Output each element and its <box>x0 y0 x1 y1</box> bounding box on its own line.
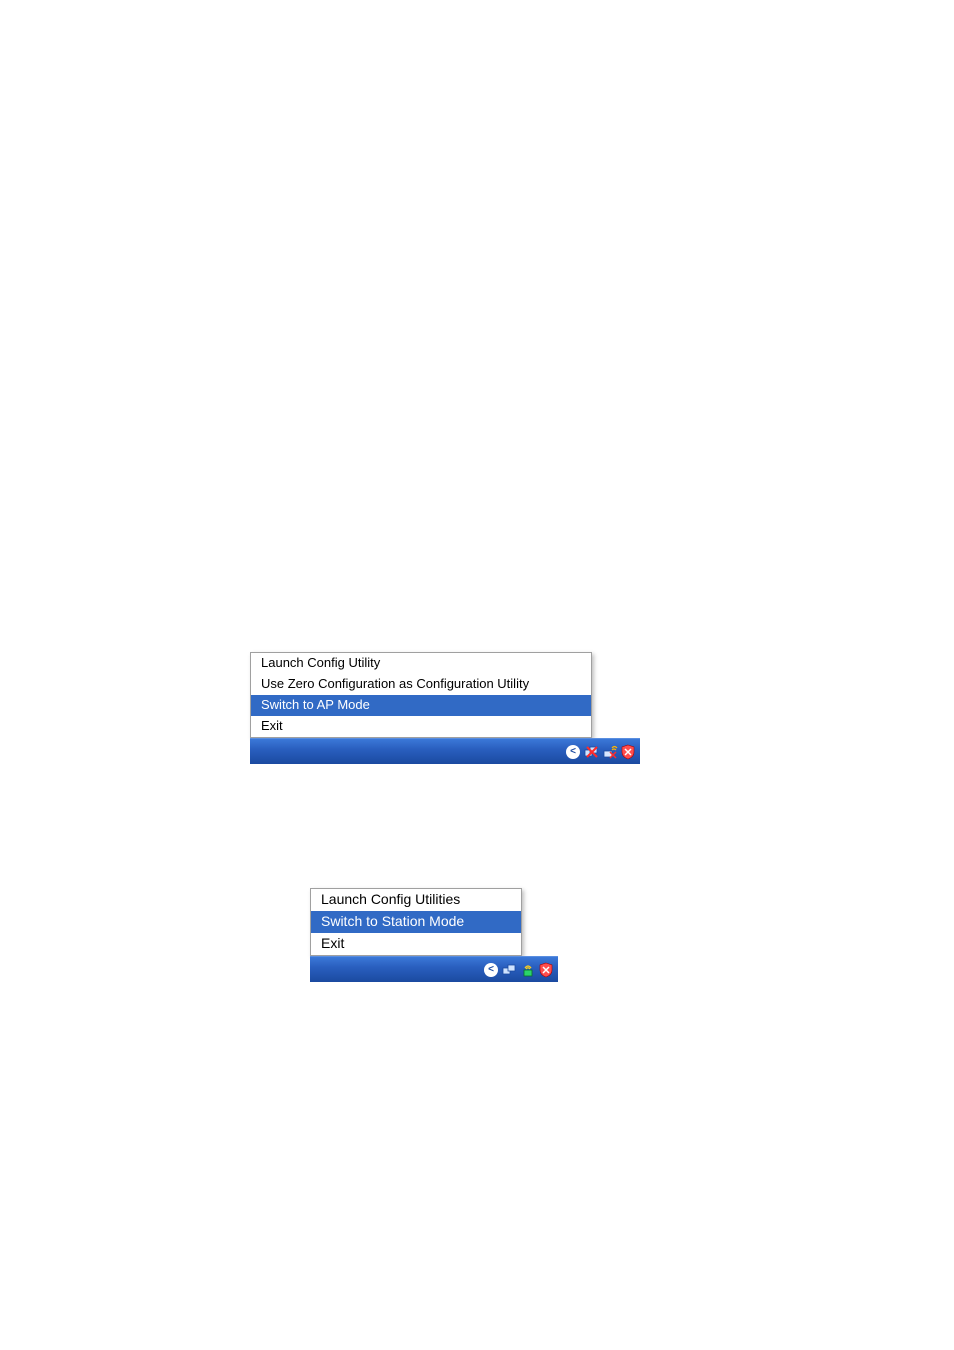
context-menu: Launch Config Utilities Switch to Statio… <box>310 888 522 956</box>
menu-item-launch-config-utility[interactable]: Launch Config Utility <box>251 653 591 674</box>
wireless-icon[interactable] <box>602 744 618 760</box>
tray-popup-1: Launch Config Utility Use Zero Configura… <box>250 652 640 764</box>
shield-icon[interactable] <box>620 744 636 760</box>
tray-popup-2: Launch Config Utilities Switch to Statio… <box>310 888 558 982</box>
menu-item-switch-to-station-mode[interactable]: Switch to Station Mode <box>311 911 521 933</box>
menu-item-launch-config-utilities[interactable]: Launch Config Utilities <box>311 889 521 911</box>
taskbar: < <box>250 738 640 764</box>
menu-item-exit[interactable]: Exit <box>311 933 521 955</box>
tray-expand-chevron-icon[interactable]: < <box>566 745 580 759</box>
wireless-ap-icon[interactable] <box>520 962 536 978</box>
tray-expand-chevron-icon[interactable]: < <box>484 963 498 977</box>
taskbar: < <box>310 956 558 982</box>
shield-icon[interactable] <box>538 962 554 978</box>
menu-item-switch-to-ap-mode[interactable]: Switch to AP Mode <box>251 695 591 716</box>
network-disconnected-icon[interactable] <box>584 744 600 760</box>
menu-item-exit[interactable]: Exit <box>251 716 591 737</box>
menu-item-zero-configuration[interactable]: Use Zero Configuration as Configuration … <box>251 674 591 695</box>
network-icon[interactable] <box>502 962 518 978</box>
context-menu: Launch Config Utility Use Zero Configura… <box>250 652 592 738</box>
